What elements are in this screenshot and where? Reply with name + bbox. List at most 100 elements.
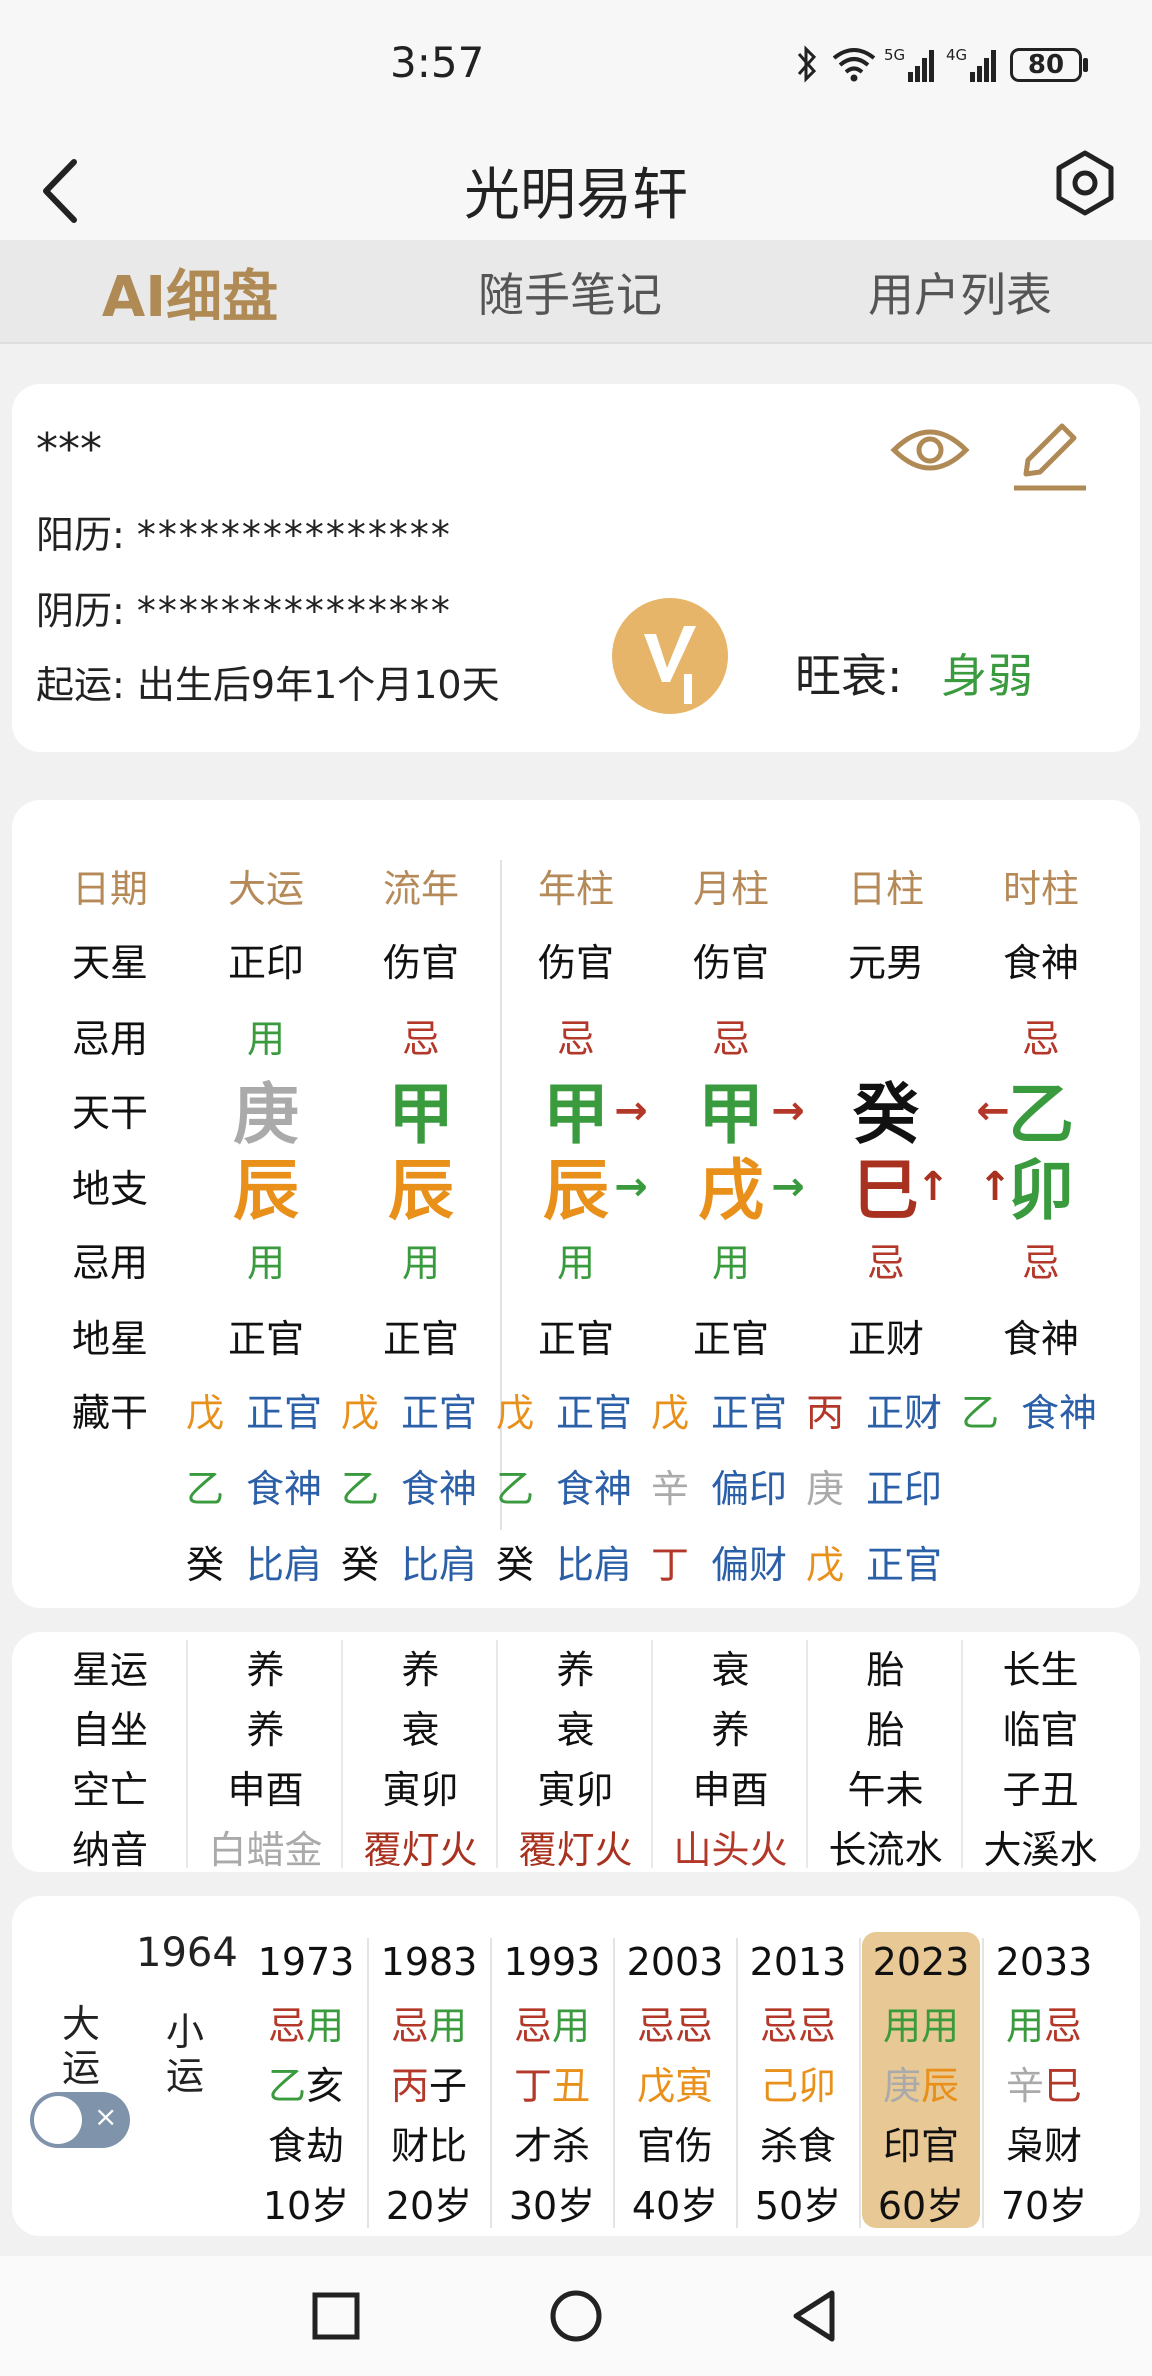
dayun-ganzhi-char: 亥 bbox=[306, 2063, 345, 2108]
canggan-stem: 戊 bbox=[495, 1390, 534, 1435]
star-yun-cell: 胎 bbox=[866, 1647, 905, 1692]
dayun-ganzhi: 己卯 bbox=[739, 2052, 857, 2112]
dayun-column[interactable]: 2033 用忌辛巳枭财 70岁 bbox=[985, 1932, 1103, 2228]
relation-arrow-icon: → bbox=[771, 1164, 805, 1210]
star-yun-cell: 养 bbox=[401, 1647, 440, 1692]
dayun-column[interactable]: 2023 用用庚辰印官 60岁 bbox=[862, 1932, 980, 2228]
status-time: 3:57 bbox=[390, 38, 485, 87]
dayun-ganzhi-char: 丙 bbox=[390, 2063, 429, 2108]
canggan-stem: 乙 bbox=[340, 1466, 379, 1511]
dayun-divider bbox=[736, 1938, 738, 2228]
dayun-age: 60岁 bbox=[877, 2183, 965, 2228]
toggle-switch[interactable]: × bbox=[30, 2092, 130, 2148]
settings-hexagon-icon[interactable] bbox=[1050, 148, 1120, 218]
tianxing-cell: 伤官 bbox=[537, 940, 614, 985]
dayun-column[interactable]: 1983 忌用丙子财比 20岁 bbox=[370, 1932, 488, 2228]
dixing-cell: 正官 bbox=[537, 1316, 614, 1361]
dayun-jiyong-char: 用 bbox=[429, 2003, 468, 2048]
dixing-cell: 正官 bbox=[692, 1316, 769, 1361]
dayun-jiyong-char: 忌 bbox=[759, 2003, 798, 2048]
tianxing-cell: 元男 bbox=[847, 940, 924, 985]
canggan-stem: 乙 bbox=[185, 1466, 224, 1511]
dayun-year: 1993 bbox=[503, 1940, 601, 1984]
dayun-column[interactable]: 1973 忌用乙亥食劫 10岁 bbox=[247, 1932, 365, 2228]
canggan-stem: 戊 bbox=[650, 1390, 689, 1435]
back-nav-icon[interactable] bbox=[788, 2288, 840, 2344]
battery-tip bbox=[1083, 58, 1088, 72]
canggan-god: 偏印 bbox=[710, 1466, 787, 1511]
dayun-ganzhi: 乙亥 bbox=[247, 2052, 365, 2112]
tianxing-cell: 伤官 bbox=[382, 940, 459, 985]
eye-icon[interactable] bbox=[890, 420, 970, 480]
canggan-stem: 癸 bbox=[185, 1542, 224, 1587]
dayun-jiyong-char: 忌 bbox=[675, 2003, 714, 2048]
dayun-ganzhi-char: 己 bbox=[759, 2063, 798, 2108]
dayun-jiyong: 忌用 bbox=[247, 1992, 365, 2052]
dayun-year: 2013 bbox=[749, 1940, 847, 1984]
dixing-cell: 食神 bbox=[1002, 1316, 1079, 1361]
canggan-god: 食神 bbox=[245, 1466, 322, 1511]
signal-4g-icon: 4G bbox=[946, 46, 996, 82]
canggan-god: 正官 bbox=[245, 1390, 322, 1435]
recent-apps-icon[interactable] bbox=[310, 2290, 362, 2342]
dayun-age: 70岁 bbox=[1000, 2183, 1088, 2228]
pillar-row-label: 日期 bbox=[71, 866, 148, 911]
dayun-column[interactable]: 1993 忌用丁丑才杀 30岁 bbox=[493, 1932, 611, 2228]
dayun-ganzhi: 丙子 bbox=[370, 2052, 488, 2112]
dayun-age: 40岁 bbox=[631, 2183, 719, 2228]
star-yun-cell: 覆灯火 bbox=[363, 1827, 478, 1872]
dayun-age: 30岁 bbox=[508, 2183, 596, 2228]
tab-ai-detail[interactable]: AI细盘 bbox=[40, 240, 340, 344]
dayun-year: 1973 bbox=[257, 1940, 355, 1984]
dayun-ganzhi-char: 卯 bbox=[798, 2063, 837, 2108]
dayun-ganzhi-char: 庚 bbox=[882, 2063, 921, 2108]
canggan-god: 食神 bbox=[1020, 1390, 1097, 1435]
close-icon: × bbox=[94, 2100, 118, 2133]
edit-icon[interactable] bbox=[1010, 416, 1090, 496]
dayun-year: 2033 bbox=[995, 1940, 1093, 1984]
jiyong-cell: 忌 bbox=[1021, 1240, 1060, 1285]
pillar-header: 日柱 bbox=[847, 866, 924, 911]
tab-notes[interactable]: 随手笔记 bbox=[420, 240, 720, 344]
tiangan-cell: 癸 bbox=[853, 1076, 919, 1153]
tab-user-list[interactable]: 用户列表 bbox=[810, 240, 1110, 344]
pillar-header: 年柱 bbox=[537, 866, 614, 911]
qiyun-label: 起运: bbox=[36, 663, 125, 707]
star-yun-cell: 衰 bbox=[401, 1707, 440, 1752]
dayun-divider bbox=[982, 1938, 984, 2228]
relation-arrow-icon: ↑ bbox=[978, 1164, 1012, 1210]
home-icon[interactable] bbox=[548, 2288, 604, 2344]
dayun-year: 2003 bbox=[626, 1940, 724, 1984]
canggan-god: 比肩 bbox=[245, 1542, 322, 1587]
pillar-row-label: 天星 bbox=[71, 940, 148, 985]
dayun-jiyong-char: 忌 bbox=[267, 2003, 306, 2048]
canggan-god: 比肩 bbox=[400, 1542, 477, 1587]
wangshuai-row: 旺衰: 身弱 bbox=[795, 640, 1033, 706]
canggan-god: 正官 bbox=[400, 1390, 477, 1435]
dayun-column[interactable]: 2013 忌忌己卯杀食 50岁 bbox=[739, 1932, 857, 2228]
dayun-ganzhi: 戊寅 bbox=[616, 2052, 734, 2112]
pillar-header: 时柱 bbox=[1002, 866, 1079, 911]
jiyong-cell: 用 bbox=[246, 1240, 285, 1285]
tab-bar: AI细盘 随手笔记 用户列表 bbox=[0, 240, 1152, 344]
canggan-god: 比肩 bbox=[555, 1542, 632, 1587]
dayun-jiyong: 用用 bbox=[862, 1992, 980, 2052]
relation-arrow-icon: ← bbox=[976, 1088, 1010, 1134]
pillar-header: 流年 bbox=[382, 866, 459, 911]
star-yun-cell: 大溪水 bbox=[983, 1827, 1098, 1872]
dayun-age: 50岁 bbox=[754, 2183, 842, 2228]
star-yun-cell: 午未 bbox=[847, 1767, 924, 1812]
relation-arrow-icon: ↑ bbox=[916, 1164, 950, 1210]
dayun-ganzhi-char: 辰 bbox=[921, 2063, 960, 2108]
dayun-ganzhi-char: 寅 bbox=[675, 2063, 714, 2108]
star-yun-cell: 养 bbox=[556, 1647, 595, 1692]
dayun-ganzhi-char: 乙 bbox=[267, 2063, 306, 2108]
toggle-knob bbox=[34, 2096, 82, 2144]
star-yun-divider bbox=[186, 1640, 188, 1868]
canggan-god: 食神 bbox=[400, 1466, 477, 1511]
dayun-shishen: 枭财 bbox=[1005, 2123, 1082, 2168]
qiyun-row: 起运: 出生后9年1个月10天 bbox=[36, 654, 500, 709]
dayun-column[interactable]: 2003 忌忌戊寅官伤 40岁 bbox=[616, 1932, 734, 2228]
pillar-row-label: 地支 bbox=[71, 1166, 148, 1211]
dayun-shishen: 食劫 bbox=[267, 2123, 344, 2168]
